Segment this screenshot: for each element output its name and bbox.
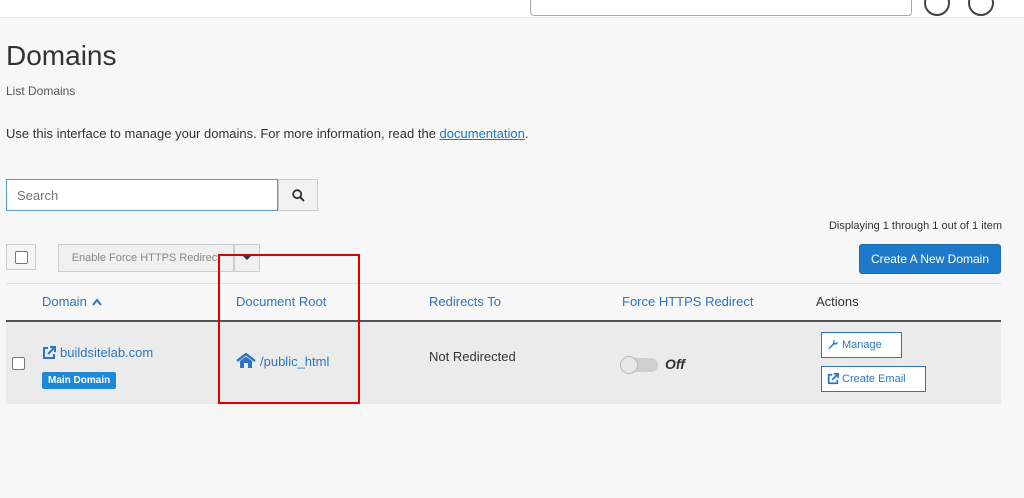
info-text-suffix: . bbox=[524, 126, 529, 141]
redirects-to-value: Not Redirected bbox=[429, 349, 516, 364]
top-bar bbox=[0, 0, 1024, 18]
external-link-icon bbox=[827, 373, 839, 385]
search-button[interactable] bbox=[278, 179, 318, 211]
force-https-toggle[interactable] bbox=[620, 356, 658, 374]
row-select-checkbox[interactable] bbox=[12, 357, 25, 370]
manage-button-label: Manage bbox=[842, 339, 882, 351]
search-icon bbox=[291, 188, 305, 202]
checkbox-box bbox=[14, 250, 28, 264]
global-search-input[interactable] bbox=[530, 0, 912, 16]
force-https-status: Off bbox=[665, 356, 685, 372]
column-header-redirects-to[interactable]: Redirects To bbox=[429, 294, 501, 309]
create-domain-button[interactable]: Create A New Domain bbox=[859, 244, 1001, 274]
pagination-summary: Displaying 1 through 1 out of 1 item bbox=[828, 220, 1002, 232]
create-email-button-label: Create Email bbox=[842, 373, 906, 385]
enable-force-https-button[interactable]: Enable Force HTTPS Redirect bbox=[58, 244, 234, 272]
select-all-checkbox[interactable] bbox=[6, 244, 36, 270]
column-header-force-https[interactable]: Force HTTPS Redirect bbox=[622, 294, 753, 309]
info-text: Use this interface to manage your domain… bbox=[6, 126, 528, 141]
column-header-actions: Actions bbox=[816, 294, 859, 309]
main-domain-badge: Main Domain bbox=[42, 372, 117, 389]
info-text-body: Use this interface to manage your domain… bbox=[6, 126, 440, 141]
manage-button[interactable]: Manage bbox=[821, 332, 902, 358]
column-header-domain[interactable]: Domain bbox=[42, 294, 103, 309]
external-link-icon bbox=[43, 345, 56, 359]
annotation-highlight-box bbox=[218, 254, 360, 404]
page-subtitle: List Domains bbox=[6, 84, 76, 98]
page-title: Domains bbox=[6, 40, 117, 71]
domain-name: buildsitelab.com bbox=[60, 345, 154, 360]
wrench-icon bbox=[828, 339, 838, 349]
search-input[interactable] bbox=[6, 179, 278, 211]
domain-link[interactable]: buildsitelab.com bbox=[42, 345, 153, 360]
notifications-icon[interactable] bbox=[924, 0, 950, 16]
table-top-border bbox=[6, 283, 1001, 284]
toggle-knob bbox=[620, 356, 638, 374]
create-email-button[interactable]: Create Email bbox=[821, 366, 926, 392]
user-menu-icon[interactable] bbox=[968, 0, 994, 16]
chevron-up-icon bbox=[92, 298, 103, 306]
column-header-domain-label: Domain bbox=[42, 294, 87, 309]
documentation-link[interactable]: documentation bbox=[440, 126, 525, 141]
